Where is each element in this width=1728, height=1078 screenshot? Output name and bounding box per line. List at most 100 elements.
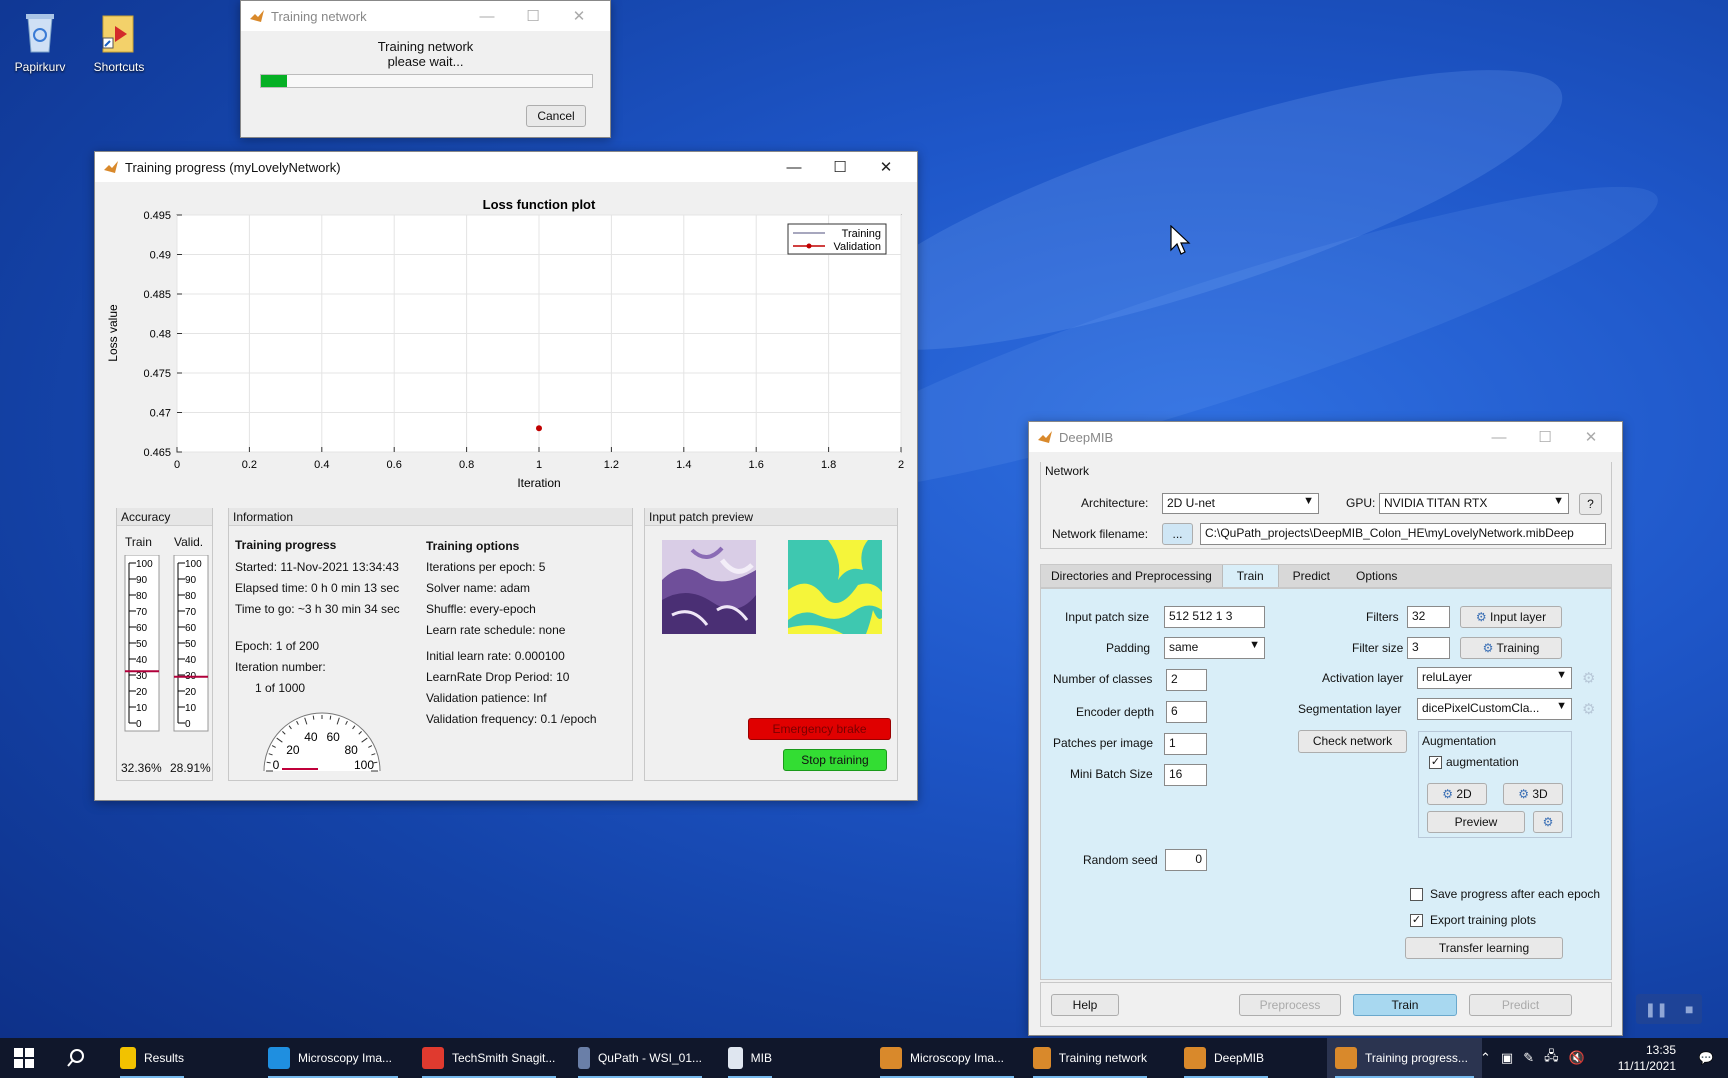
gauge-scale-label: 40: [136, 655, 148, 666]
gauge-scale-label: 100: [136, 559, 153, 570]
activation-layer-label: Activation layer: [1322, 671, 1404, 685]
activation-layer-select[interactable]: reluLayer ▼: [1417, 667, 1572, 689]
taskbar-item[interactable]: QuPath - WSI_01...: [570, 1038, 710, 1078]
stop-recording-icon[interactable]: ■: [1685, 1001, 1693, 1017]
architecture-select[interactable]: 2D U-net ▼: [1162, 493, 1319, 514]
export-plots-checkbox[interactable]: ✓: [1410, 914, 1423, 927]
title-bar[interactable]: Training progress (myLovelyNetwork) — ☐ …: [95, 152, 917, 182]
filters-field[interactable]: 32: [1407, 606, 1450, 628]
encoder-depth-label: Encoder depth: [1076, 705, 1155, 719]
search-button[interactable]: [58, 1038, 98, 1078]
minimize-button[interactable]: —: [1476, 422, 1522, 452]
tab-options[interactable]: Options: [1344, 565, 1409, 587]
filter-size-field[interactable]: 3: [1407, 637, 1450, 659]
taskbar-item[interactable]: TechSmith Snagit...: [414, 1038, 564, 1078]
clock[interactable]: 13:35 11/11/2021: [1606, 1042, 1676, 1074]
taskbar-item[interactable]: Microscopy Ima...: [260, 1038, 406, 1078]
data-point-validation: [536, 425, 542, 432]
recording-controls[interactable]: ❚❚ ■: [1636, 994, 1702, 1024]
taskbar-item[interactable]: Training progress...: [1327, 1038, 1482, 1078]
preprocess-button[interactable]: Preprocess: [1239, 994, 1341, 1016]
help-question-button[interactable]: ?: [1579, 493, 1602, 515]
initial-lr-text: Initial learn rate: 0.000100: [426, 649, 565, 663]
x-tick-label: 1: [536, 459, 542, 471]
activation-settings-icon[interactable]: ⚙: [1582, 669, 1595, 687]
random-seed-field[interactable]: 0: [1165, 849, 1207, 871]
help-button[interactable]: Help: [1051, 994, 1119, 1016]
start-button[interactable]: [6, 1038, 46, 1078]
classes-field[interactable]: 2: [1166, 669, 1207, 691]
augmentation-checkbox[interactable]: ✓: [1429, 756, 1442, 769]
train-button[interactable]: Train: [1353, 994, 1457, 1016]
augmentation-3d-button[interactable]: ⚙ 3D: [1503, 783, 1563, 805]
taskbar-item-label: Results: [143, 1051, 184, 1065]
preview-settings-button[interactable]: ⚙: [1533, 811, 1563, 833]
chevron-up-icon[interactable]: ⌃: [1480, 1050, 1491, 1066]
gauge-scale-label: 80: [185, 591, 197, 602]
network-icon[interactable]: 🖧: [1544, 1047, 1559, 1069]
gauge-scale-label: 90: [185, 575, 197, 586]
network-filename-field[interactable]: C:\QuPath_projects\DeepMIB_Colon_HE\myLo…: [1200, 523, 1606, 545]
taskbar-item-label: DeepMIB: [1214, 1051, 1265, 1065]
segmentation-layer-select[interactable]: dicePixelCustomCla... ▼: [1417, 698, 1572, 720]
tray-app-icon[interactable]: ▣: [1501, 1050, 1513, 1066]
save-progress-checkbox[interactable]: [1410, 888, 1423, 901]
gpu-select[interactable]: NVIDIA TITAN RTX ▼: [1379, 493, 1569, 514]
close-button[interactable]: ✕: [863, 152, 909, 182]
x-tick-label: 0.6: [387, 459, 402, 471]
gauge-scale-label: 100: [185, 559, 202, 570]
check-network-button[interactable]: Check network: [1298, 730, 1407, 753]
title-bar[interactable]: DeepMIB — ☐ ✕: [1029, 422, 1622, 452]
predict-button[interactable]: Predict: [1469, 994, 1572, 1016]
val-freq-text: Validation frequency: 0.1 /epoch: [426, 712, 597, 726]
desktop-icon-shortcuts[interactable]: Shortcuts: [79, 8, 159, 74]
pen-icon[interactable]: ✎: [1523, 1050, 1534, 1066]
segmentation-layer-value: dicePixelCustomCla...: [1422, 701, 1540, 715]
maximize-button[interactable]: ☐: [817, 152, 863, 182]
title-bar[interactable]: Training network — ☐ ✕: [241, 1, 610, 31]
search-icon: [67, 1049, 84, 1067]
taskbar-item[interactable]: DeepMIB: [1176, 1038, 1276, 1078]
taskbar-item[interactable]: MIB: [720, 1038, 780, 1078]
x-tick-label: 1.6: [749, 459, 764, 471]
taskbar-item[interactable]: Microscopy Ima...: [872, 1038, 1022, 1078]
patches-per-image-field[interactable]: 1: [1164, 733, 1207, 755]
filters-label: Filters: [1366, 610, 1399, 624]
segmentation-settings-icon[interactable]: ⚙: [1582, 700, 1595, 718]
gauge-scale-label: 50: [136, 639, 148, 650]
augmentation-preview-button[interactable]: Preview: [1427, 811, 1525, 833]
random-seed-label: Random seed: [1083, 853, 1158, 867]
maximize-button[interactable]: ☐: [1522, 422, 1568, 452]
input-patch-field[interactable]: 512 512 1 3: [1164, 606, 1265, 628]
transfer-learning-button[interactable]: Transfer learning: [1405, 937, 1563, 959]
encoder-depth-field[interactable]: 6: [1166, 701, 1207, 723]
taskbar-item[interactable]: Training network: [1025, 1038, 1155, 1078]
stop-training-button[interactable]: Stop training: [783, 749, 887, 771]
notifications-button[interactable]: 💬: [1686, 1038, 1726, 1078]
close-button[interactable]: ✕: [556, 1, 602, 31]
tab-predict[interactable]: Predict: [1279, 565, 1344, 587]
mini-batch-field[interactable]: 16: [1164, 764, 1207, 786]
chevron-down-icon: ▼: [1553, 495, 1564, 507]
close-button[interactable]: ✕: [1568, 422, 1614, 452]
desktop-icon-recycle-bin[interactable]: Papirkurv: [0, 8, 80, 74]
cancel-button[interactable]: Cancel: [526, 105, 586, 127]
training-settings-button[interactable]: ⚙ Training: [1460, 637, 1562, 659]
emergency-brake-button[interactable]: Emergency brake: [748, 718, 891, 740]
augmentation-2d-button[interactable]: ⚙ 2D: [1427, 783, 1487, 805]
taskbar-item[interactable]: Results: [112, 1038, 192, 1078]
padding-select[interactable]: same ▼: [1164, 637, 1265, 659]
minimize-button[interactable]: —: [771, 152, 817, 182]
browse-button[interactable]: ...: [1162, 523, 1193, 545]
volume-muted-icon[interactable]: 🔇: [1569, 1050, 1585, 1066]
tab-bar: Directories and Preprocessing Train Pred…: [1040, 564, 1612, 588]
maximize-button[interactable]: ☐: [510, 1, 556, 31]
input-layer-button[interactable]: ⚙ Input layer: [1460, 606, 1562, 628]
tab-train[interactable]: Train: [1221, 565, 1279, 587]
pause-icon[interactable]: ❚❚: [1645, 1001, 1668, 1018]
panel-title: Information: [229, 508, 632, 526]
tab-directories[interactable]: Directories and Preprocessing: [1041, 565, 1222, 587]
dialog-message: Training network please wait...: [241, 39, 610, 69]
minimize-button[interactable]: —: [464, 1, 510, 31]
legend-validation-label: Validation: [834, 241, 882, 253]
